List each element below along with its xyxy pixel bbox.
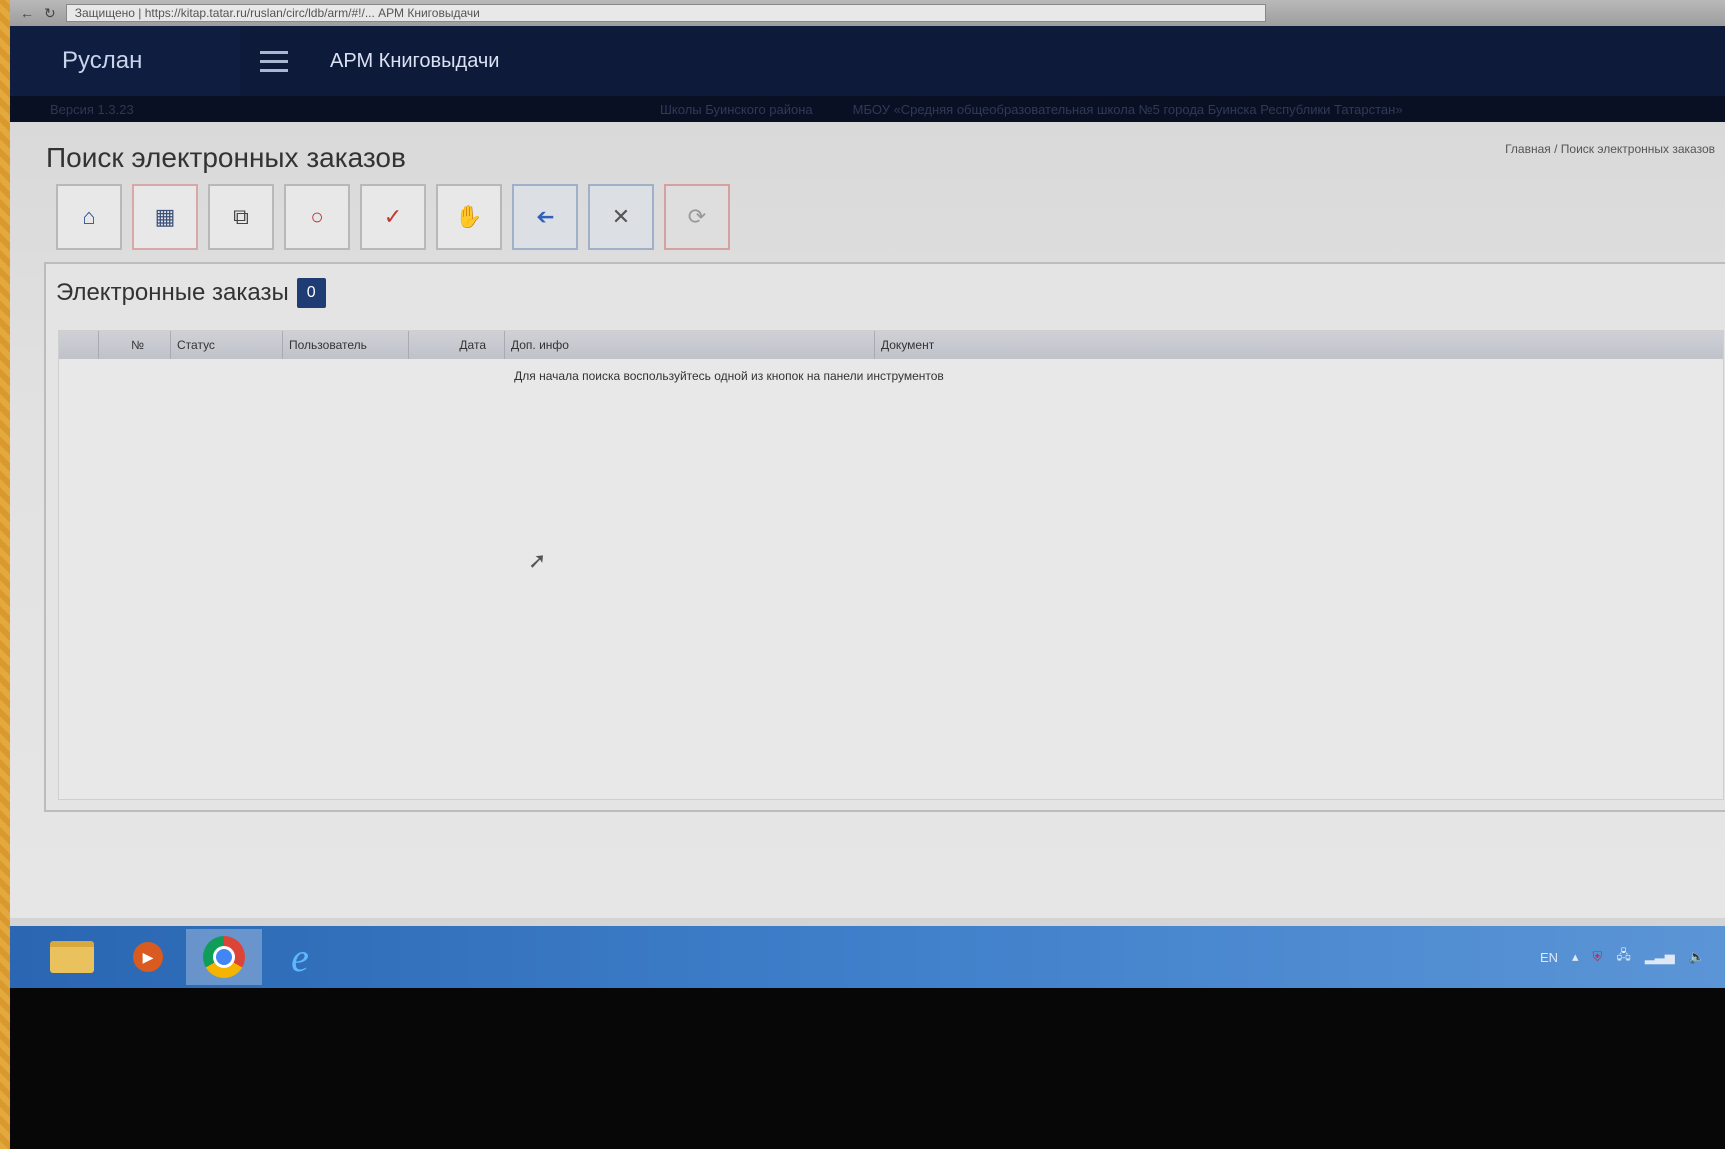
folder-icon: [50, 941, 94, 973]
orders-panel-header: Электронные заказы 0: [56, 278, 326, 308]
app-header: Руслан АРМ Книговыдачи: [10, 26, 1725, 96]
chrome-taskbar-button[interactable]: [186, 929, 262, 985]
organization-label: МБОУ «Средняя общеобразовательная школа …: [852, 101, 1403, 117]
network-icon[interactable]: 🖧: [1616, 946, 1631, 968]
refresh-button[interactable]: ⟳: [664, 184, 730, 250]
column-header-user[interactable]: Пользователь: [283, 331, 409, 359]
ie-taskbar-button[interactable]: e: [262, 929, 338, 985]
column-header-select[interactable]: [59, 331, 99, 359]
reload-icon[interactable]: ↻: [44, 5, 56, 22]
breadcrumb[interactable]: Главная / Поиск электронных заказов: [1505, 142, 1715, 156]
refresh-icon: ⟳: [687, 204, 707, 229]
menu-icon[interactable]: [260, 50, 320, 72]
district-label: Школы Буинского района: [660, 101, 813, 117]
column-header-info[interactable]: Доп. инфо: [505, 331, 875, 359]
ring-icon: ○: [310, 204, 324, 229]
info-bar: Версия 1.3.23 Школы Буинского района МБО…: [10, 96, 1725, 122]
copy-button[interactable]: ⧉: [208, 184, 274, 250]
system-tray: EN ▴ ⛨ 🖧 ▂▃▅ 🔈: [1540, 926, 1705, 988]
shield-icon[interactable]: ⛨: [1593, 949, 1603, 965]
windows-taskbar: ▶ e EN ▴ ⛨ 🖧 ▂▃▅ 🔈: [10, 926, 1725, 988]
signal-icon[interactable]: ▂▃▅: [1645, 949, 1675, 965]
explorer-taskbar-button[interactable]: [34, 929, 110, 985]
media-player-icon: ▶: [133, 942, 163, 972]
media-player-taskbar-button[interactable]: ▶: [110, 929, 186, 985]
hand-icon: ✋: [455, 204, 483, 229]
barcode-button[interactable]: ▦: [132, 184, 198, 250]
internet-explorer-icon: e: [291, 934, 309, 980]
app-title: АРМ Книговыдачи: [330, 49, 500, 72]
close-button[interactable]: ✕: [588, 184, 654, 250]
check-icon: ✓: [383, 204, 403, 229]
table-header: № Статус Пользователь Дата Доп. инфо Док…: [59, 331, 1723, 359]
orders-panel: Электронные заказы 0 № Статус Пользовате…: [44, 262, 1725, 812]
close-icon: ✕: [611, 204, 631, 229]
check-button[interactable]: ✓: [360, 184, 426, 250]
main-content: Поиск электронных заказов Главная / Поис…: [10, 122, 1725, 918]
url-field[interactable]: Защищено | https://kitap.tatar.ru/ruslan…: [65, 4, 1266, 22]
ring-button[interactable]: ○: [284, 184, 350, 250]
home-icon: ⌂: [82, 204, 96, 229]
back-icon[interactable]: ←: [20, 5, 34, 21]
empty-table-message: Для начала поиска воспользуйтесь одной и…: [514, 369, 944, 383]
orders-title: Электронные заказы: [56, 279, 289, 306]
language-indicator[interactable]: EN: [1540, 950, 1558, 965]
hand-button[interactable]: ✋: [436, 184, 502, 250]
monitor-bezel: [10, 988, 1725, 1149]
browser-address-bar: ← ↻ Защищено | https://kitap.tatar.ru/ru…: [10, 0, 1725, 26]
orders-table: № Статус Пользователь Дата Доп. инфо Док…: [58, 330, 1724, 800]
version-label: Версия 1.3.23: [50, 101, 134, 117]
back-arrow-icon: ➔: [535, 204, 555, 229]
toolbar: ⌂ ▦ ⧉ ○ ✓ ✋ ➔ ✕ ⟳: [56, 184, 730, 250]
column-header-status[interactable]: Статус: [171, 331, 283, 359]
page-title: Поиск электронных заказов: [46, 142, 406, 173]
monitor-screen: ← ↻ Защищено | https://kitap.tatar.ru/ru…: [10, 0, 1725, 1149]
column-header-date[interactable]: Дата: [409, 331, 505, 359]
copy-icon: ⧉: [233, 204, 249, 229]
volume-icon[interactable]: 🔈: [1689, 949, 1705, 965]
chrome-icon: [203, 936, 245, 978]
return-button[interactable]: ➔: [512, 184, 578, 250]
orders-count-badge: 0: [296, 278, 326, 308]
mouse-pointer-icon: ➚: [528, 548, 547, 573]
column-header-document[interactable]: Документ: [875, 331, 1723, 359]
page-footer-strip: [10, 918, 1725, 926]
column-header-number[interactable]: №: [99, 331, 171, 359]
home-button[interactable]: ⌂: [56, 184, 122, 250]
barcode-icon: ▦: [154, 204, 176, 229]
arrow-up-icon[interactable]: ▴: [1572, 949, 1579, 965]
brand-logo[interactable]: Руслан: [10, 26, 240, 96]
